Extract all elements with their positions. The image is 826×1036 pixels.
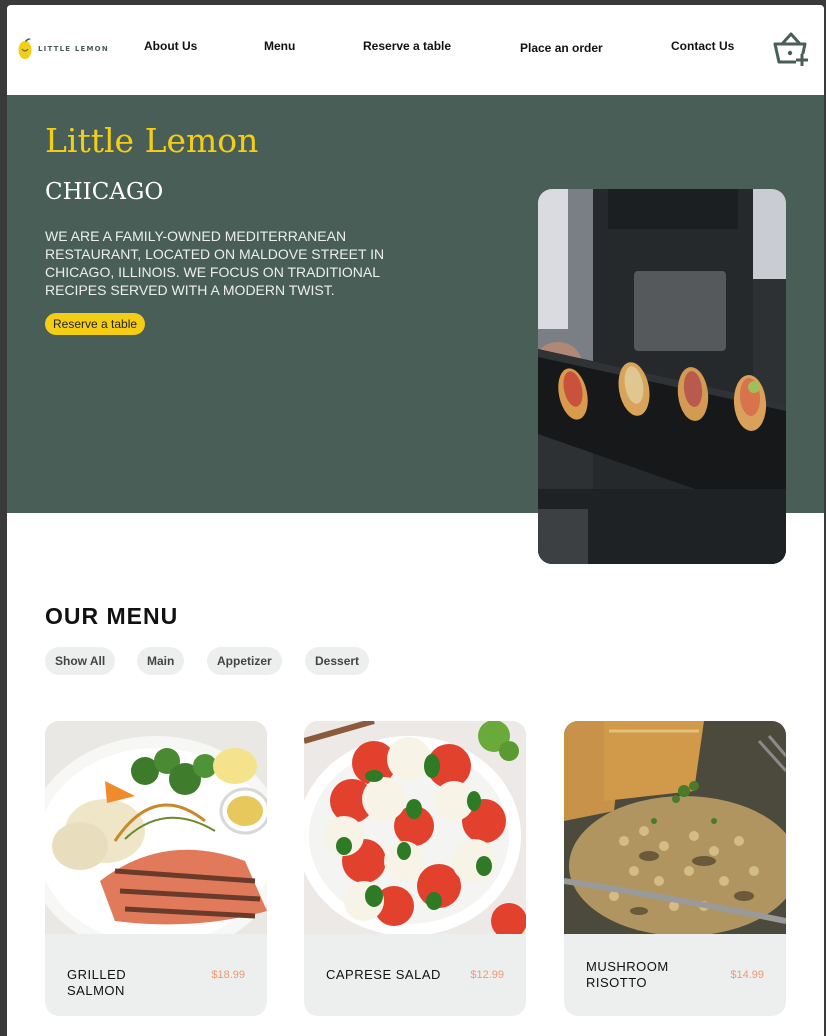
menu-item-price: $18.99 [211,969,245,981]
site-header: LITTLE LEMON About Us Menu Reserve a tab… [7,5,824,95]
basket-plus-icon[interactable] [772,30,810,68]
menu-item-name: GRILLED SALMON [67,967,127,998]
reserve-table-button[interactable]: Reserve a table [45,313,146,335]
mushroom-risotto-image [564,721,786,934]
nav-contact-us[interactable]: Contact Us [671,39,734,53]
hero-city: CHICAGO [45,179,164,205]
menu-item-name: MUSHROOM RISOTTO [586,959,669,990]
menu-item-price: $14.99 [730,969,764,981]
nav-reserve-a-table[interactable]: Reserve a table [363,39,451,53]
nav-place-an-order[interactable]: Place an order [520,41,603,55]
nav-about-us[interactable]: About Us [144,39,197,53]
menu-item-price: $12.99 [470,969,504,981]
filter-appetizer[interactable]: Appetizer [207,647,282,675]
filter-main[interactable]: Main [137,647,185,675]
logo[interactable]: LITTLE LEMON [17,35,109,63]
menu-card-mushroom-risotto[interactable]: MUSHROOM RISOTTO $14.99 [564,721,786,1016]
menu-card-grilled-salmon[interactable]: GRILLED SALMON $18.99 [45,721,267,1016]
hero-title: Little Lemon [45,121,259,160]
hero-description: We are a family-owned Mediterranean rest… [45,228,385,298]
lemon-logo-icon [18,38,32,59]
menu-item-name: CAPRESE SALAD [326,967,441,982]
menu-card-caprese-salad[interactable]: CAPRESE SALAD $12.99 [304,721,526,1016]
page: LITTLE LEMON About Us Menu Reserve a tab… [7,5,824,1036]
filter-dessert[interactable]: Dessert [305,647,370,675]
hero-image [538,189,786,564]
caprese-salad-image [304,721,526,934]
menu-title: OUR MENU [45,603,179,629]
logo-text: LITTLE LEMON [38,45,109,53]
grilled-salmon-image [45,721,267,934]
filter-show-all[interactable]: Show All [45,647,116,675]
nav-menu[interactable]: Menu [264,39,295,53]
